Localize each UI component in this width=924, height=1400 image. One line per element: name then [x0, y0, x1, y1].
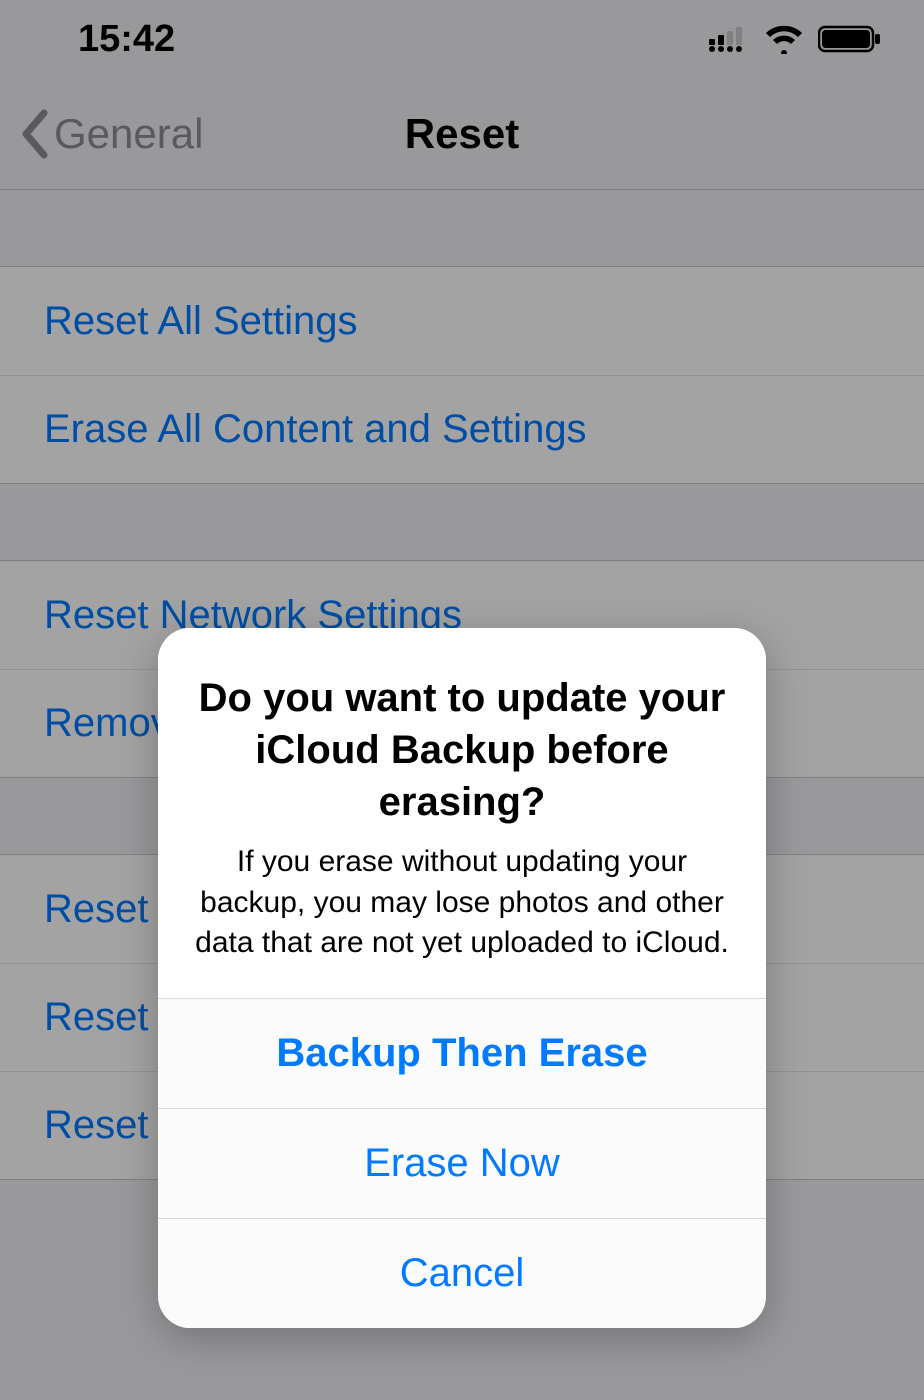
cancel-button[interactable]: Cancel: [158, 1218, 766, 1328]
alert-body: Do you want to update your iCloud Backup…: [158, 628, 766, 998]
alert-dialog: Do you want to update your iCloud Backup…: [158, 628, 766, 1328]
button-label: Backup Then Erase: [276, 1031, 647, 1076]
alert-title: Do you want to update your iCloud Backup…: [194, 672, 730, 828]
erase-now-button[interactable]: Erase Now: [158, 1108, 766, 1218]
button-label: Erase Now: [364, 1141, 560, 1186]
button-label: Cancel: [400, 1251, 525, 1296]
backup-then-erase-button[interactable]: Backup Then Erase: [158, 998, 766, 1108]
alert-message: If you erase without updating your backu…: [194, 842, 730, 964]
